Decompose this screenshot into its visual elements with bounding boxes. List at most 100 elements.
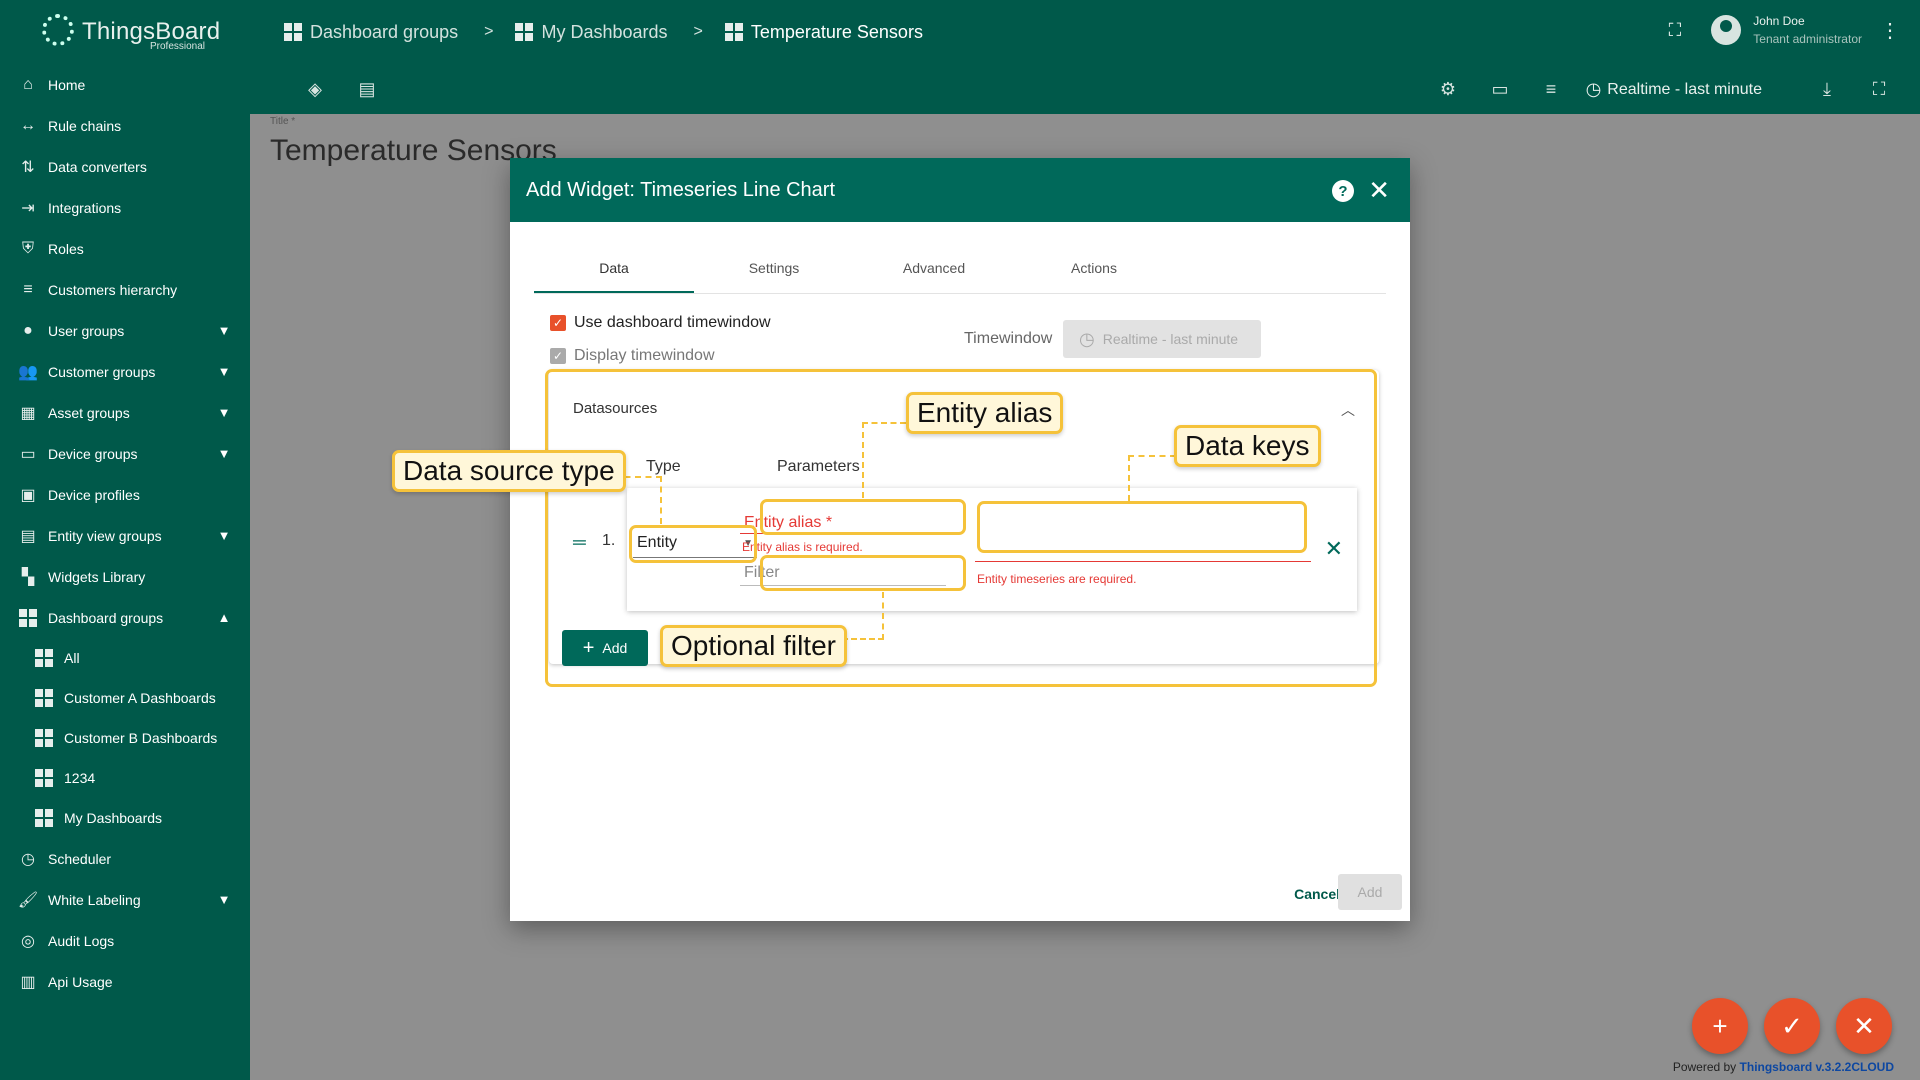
sidebar-item-customer-groups[interactable]: 👥 Customer groups ▼ [0, 351, 250, 392]
rule-chain-icon: ↔ [20, 116, 36, 134]
checkbox-checked-icon: ✓ [550, 315, 566, 331]
fullscreen-icon[interactable]: ⛶ [1669, 20, 1682, 41]
layers-icon[interactable]: ◈ [304, 78, 326, 100]
display-timewindow-checkbox[interactable]: ✓ Display timewindow [550, 347, 715, 365]
checkbox-checked-icon: ✓ [550, 348, 566, 364]
sidebar-item-label: Entity view groups [48, 527, 162, 544]
track-changes-icon: ◎ [21, 932, 35, 950]
gear-icon[interactable]: ⚙ [1437, 78, 1459, 100]
cancel-button[interactable]: Cancel [1294, 886, 1340, 902]
dashboard-icon [515, 23, 534, 41]
add-widget-button[interactable]: Add [1338, 874, 1402, 910]
data-keys-highlight [977, 501, 1307, 553]
breadcrumb-my-dashboards[interactable]: My Dashboards [515, 21, 668, 43]
sidebar-nav: ⌂ Home ↔ Rule chains ⇅ Data converters ⇥… [0, 64, 250, 1002]
tab-actions[interactable]: Actions [1014, 252, 1174, 293]
shield-icon: ⛨ [21, 239, 34, 257]
dashboard-icon [724, 23, 743, 41]
clock-icon: ◷ [1079, 328, 1095, 349]
chevron-down-icon[interactable]: ▼ [216, 363, 232, 379]
user-info: John Doe Tenant administrator [1753, 14, 1862, 46]
home-icon: ⌂ [23, 75, 33, 93]
tab-advanced[interactable]: Advanced [854, 252, 1014, 293]
chevron-up-icon[interactable]: ▲ [216, 609, 232, 625]
apply-changes-fab[interactable]: ✓ [1764, 998, 1820, 1054]
filter-icon[interactable]: ≡ [1540, 78, 1562, 100]
table-icon[interactable]: ▤ [356, 78, 378, 100]
sidebar-subitem-label: My Dashboards [64, 810, 163, 826]
entity-alias-highlight [760, 499, 966, 535]
timewindow-select-button[interactable]: ◷ Realtime - last minute [1063, 320, 1261, 358]
check-icon: ✓ [1781, 1010, 1803, 1041]
tab-data[interactable]: Data [534, 252, 694, 293]
powered-link[interactable]: Thingsboard v.3.2.2CLOUD [1740, 1060, 1894, 1074]
sidebar-item-label: Integrations [48, 199, 122, 216]
breadcrumb-separator: > [484, 23, 494, 40]
add-widget-fab[interactable]: + [1692, 998, 1748, 1054]
sidebar-item-label: Widgets Library [48, 568, 146, 585]
brand-edition: Professional [150, 41, 206, 52]
sidebar-item-home[interactable]: ⌂ Home [0, 64, 250, 105]
chevron-down-icon[interactable]: ▼ [216, 891, 232, 907]
sidebar-item-audit-logs[interactable]: ◎ Audit Logs [0, 920, 250, 961]
chevron-down-icon[interactable]: ▼ [216, 404, 232, 420]
user-menu[interactable]: ⛶ John Doe Tenant administrator ⋮ [1669, 14, 1900, 46]
sidebar-item-label: Home [48, 76, 86, 93]
user-role: Tenant administrator [1753, 32, 1862, 46]
sidebar-item-scheduler[interactable]: ◷ Scheduler [0, 838, 250, 879]
download-icon[interactable]: ⤓ [1816, 78, 1838, 100]
sidebar-item-data-converters[interactable]: ⇅ Data converters [0, 146, 250, 187]
sidebar-item-label: Scheduler [48, 850, 112, 867]
sidebar-item-device-profiles[interactable]: ▣ Device profiles [0, 474, 250, 515]
sidebar-item-integrations[interactable]: ⇥ Integrations [0, 187, 250, 228]
logo[interactable]: ThingsBoard Professional [0, 0, 250, 64]
chevron-down-icon[interactable]: ▼ [216, 445, 232, 461]
help-icon[interactable]: ? [1332, 180, 1354, 202]
devices-icon: ▭ [20, 445, 36, 463]
sidebar-item-asset-groups[interactable]: ▦ Asset groups ▼ [0, 392, 250, 433]
sidebar-subitem-label: Customer B Dashboards [64, 730, 218, 746]
sidebar-subitem-label: 1234 [64, 770, 96, 786]
sidebar-item-device-groups[interactable]: ▭ Device groups ▼ [0, 433, 250, 474]
breadcrumb-dashboard-groups[interactable]: Dashboard groups [284, 22, 458, 43]
dashboard-icon [34, 808, 54, 828]
sidebar-subitem-customer-a[interactable]: Customer A Dashboards [0, 678, 250, 718]
close-icon[interactable]: ✕ [1368, 176, 1390, 204]
sidebar-item-widgets-library[interactable]: ▚ Widgets Library [0, 556, 250, 597]
tab-settings[interactable]: Settings [694, 252, 854, 293]
sidebar-subitem-all[interactable]: All [0, 638, 250, 678]
powered-by: Powered by Thingsboard v.3.2.2CLOUD [1673, 1060, 1894, 1074]
sidebar-item-roles[interactable]: ⛨ Roles [0, 228, 250, 269]
fullscreen-icon[interactable]: ⛶ [1868, 78, 1890, 100]
type-select-highlight [629, 525, 757, 563]
sidebar-item-label: Dashboard groups [48, 609, 164, 626]
chevron-down-icon[interactable]: ▼ [216, 527, 232, 543]
sidebar-item-label: Customer groups [48, 363, 156, 380]
sidebar-subitem-1234[interactable]: 1234 [0, 758, 250, 798]
sidebar-subitem-my-dashboards[interactable]: My Dashboards [0, 798, 250, 838]
cancel-changes-fab[interactable]: ✕ [1836, 998, 1892, 1054]
sidebar-item-rule-chains[interactable]: ↔ Rule chains [0, 105, 250, 146]
use-dashboard-timewindow-checkbox[interactable]: ✓ Use dashboard timewindow [550, 314, 771, 332]
dialog-tabs: Data Settings Advanced Actions [534, 252, 1386, 294]
sidebar-item-api-usage[interactable]: ▥ Api Usage [0, 961, 250, 1002]
breadcrumb-label: Temperature Sensors [750, 21, 923, 42]
sidebar-item-label: Data converters [48, 158, 147, 175]
insert-chart-icon: ▥ [20, 973, 36, 991]
avatar[interactable] [1711, 15, 1742, 45]
timewindow-label: Realtime - last minute [1607, 80, 1762, 98]
breadcrumb-label: My Dashboards [541, 21, 668, 42]
top-bar: Dashboard groups > My Dashboards > Tempe… [250, 0, 1920, 64]
connector-line [842, 592, 884, 640]
chevron-down-icon[interactable]: ▼ [216, 322, 232, 338]
sidebar-item-customers-hierarchy[interactable]: ≡ Customers hierarchy [0, 269, 250, 310]
devices-icon[interactable]: ▭ [1489, 78, 1511, 100]
sidebar-item-entity-view-groups[interactable]: ▤ Entity view groups ▼ [0, 515, 250, 556]
sidebar-item-user-groups[interactable]: ● User groups ▼ [0, 310, 250, 351]
timewindow-button[interactable]: ◷ Realtime - last minute [1586, 79, 1762, 100]
sidebar-item-dashboard-groups[interactable]: Dashboard groups ▲ [0, 597, 250, 638]
sidebar-subitem-customer-b[interactable]: Customer B Dashboards [0, 718, 250, 758]
sidebar-item-white-labeling[interactable]: 🖌 White Labeling ▼ [0, 879, 250, 920]
more-vert-icon[interactable]: ⋮ [1880, 18, 1900, 43]
checkbox-label: Use dashboard timewindow [574, 314, 771, 331]
